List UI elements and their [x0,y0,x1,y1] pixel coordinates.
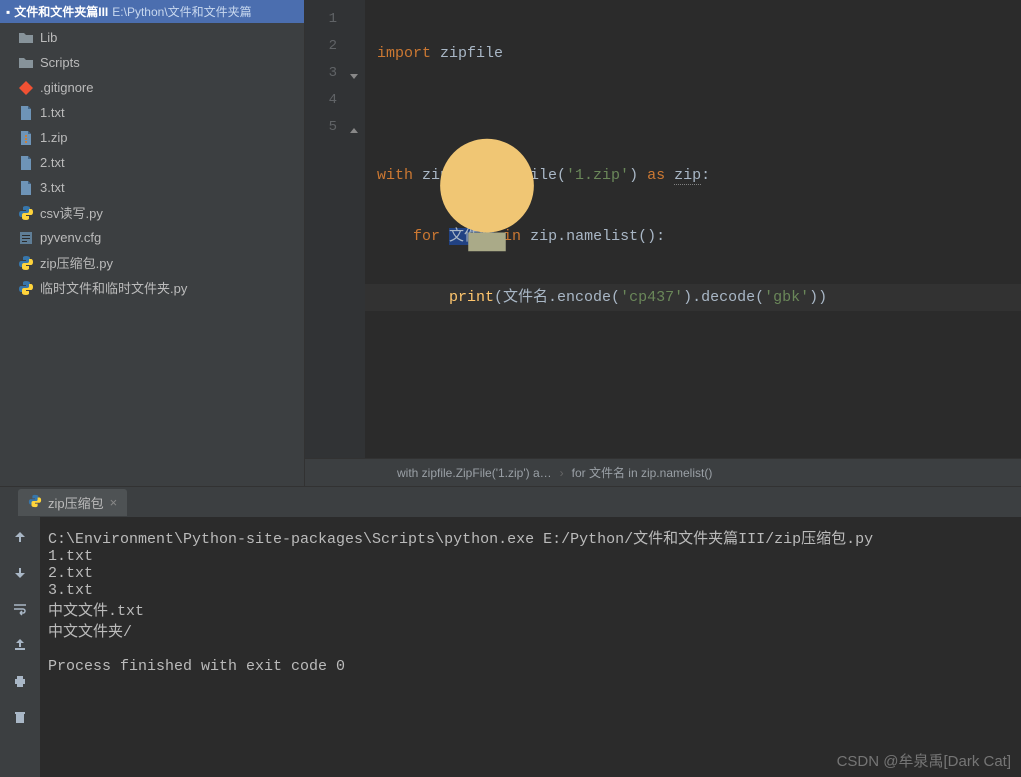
tree-item-2txt[interactable]: 2.txt [0,150,304,175]
chevron-right-icon: › [560,466,564,480]
tree-item-temppy[interactable]: 临时文件和临时文件夹.py [0,275,304,300]
run-tool-window: zip压缩包 × C:\Environment\Python-site-pack… [0,486,1021,777]
file-icon [18,155,34,171]
project-root[interactable]: ▪ 文件和文件夹篇III E:\Python\文件和文件夹篇 [0,0,304,23]
tree-item-csvpy[interactable]: csv读写.py [0,200,304,225]
cfg-icon [18,230,34,246]
tree-label: 1.txt [40,105,65,120]
tree-item-pyvenv[interactable]: pyvenv.cfg [0,225,304,250]
tree-label: pyvenv.cfg [40,230,101,245]
line-number: 1 [329,11,337,27]
code-line[interactable]: print(文件名.encode('cp437').decode('gbk')) [365,284,1021,311]
clear-button[interactable] [8,705,32,729]
line-number: 3 [329,65,337,81]
file-icon [18,180,34,196]
tree-label: csv读写.py [40,203,103,222]
tree-item-3txt[interactable]: 3.txt [0,175,304,200]
scroll-up-button[interactable] [8,525,32,549]
tree-item-gitignore[interactable]: .gitignore [0,75,304,100]
run-tabs: zip压缩包 × [0,487,1021,517]
console-output[interactable]: C:\Environment\Python-site-packages\Scri… [40,517,1021,777]
scroll-down-button[interactable] [8,561,32,585]
breadcrumb: with zipfile.ZipFile('1.zip') a… › for 文… [305,458,1021,486]
close-icon[interactable]: × [110,495,118,510]
project-tree: Lib Scripts .gitignore 1.txt 1.zip 2.txt… [0,23,304,484]
project-path: E:\Python\文件和文件夹篇 [112,3,251,20]
tree-label: Scripts [40,55,80,70]
python-icon [18,280,34,296]
editor: 1 2 3 4 5 import zipfile with zipfile.Zi… [305,0,1021,486]
project-sidebar: ▪ 文件和文件夹篇III E:\Python\文件和文件夹篇 Lib Scrip… [0,0,305,486]
tree-label: .gitignore [40,80,93,95]
tree-item-zippy[interactable]: zip压缩包.py [0,250,304,275]
run-tab[interactable]: zip压缩包 × [18,489,127,516]
run-toolbar [0,517,40,777]
python-icon [18,205,34,221]
project-name: 文件和文件夹篇III [14,3,108,20]
line-number: 4 [329,92,337,108]
breadcrumb-item[interactable]: with zipfile.ZipFile('1.zip') a… [397,466,552,480]
line-number: 5 [329,119,337,135]
tree-label: 3.txt [40,180,65,195]
fold-icon[interactable] [349,121,359,131]
scroll-to-end-button[interactable] [8,633,32,657]
folder-icon [18,55,34,71]
project-icon: ▪ [6,5,10,19]
tree-label: Lib [40,30,57,45]
watermark: CSDN @牟泉禹[Dark Cat] [837,750,1011,771]
file-icon [18,105,34,121]
zip-icon [18,130,34,146]
fold-icon[interactable] [349,67,359,77]
code-line[interactable]: import zipfile [365,40,1021,67]
git-icon [18,80,34,96]
tree-item-1zip[interactable]: 1.zip [0,125,304,150]
tree-label: 2.txt [40,155,65,170]
soft-wrap-button[interactable] [8,597,32,621]
tree-item-lib[interactable]: Lib [0,25,304,50]
tree-label: 临时文件和临时文件夹.py [40,278,187,297]
line-number: 2 [329,38,337,54]
python-icon [28,494,42,511]
print-button[interactable] [8,669,32,693]
tree-item-1txt[interactable]: 1.txt [0,100,304,125]
tree-item-scripts[interactable]: Scripts [0,50,304,75]
python-icon [18,255,34,271]
folder-icon [18,30,34,46]
tree-label: zip压缩包.py [40,253,113,272]
breadcrumb-item[interactable]: for 文件名 in zip.namelist() [572,464,713,481]
tree-label: 1.zip [40,130,67,145]
run-tab-label: zip压缩包 [48,493,104,512]
editor-gutter[interactable]: 1 2 3 4 5 [305,0,365,458]
